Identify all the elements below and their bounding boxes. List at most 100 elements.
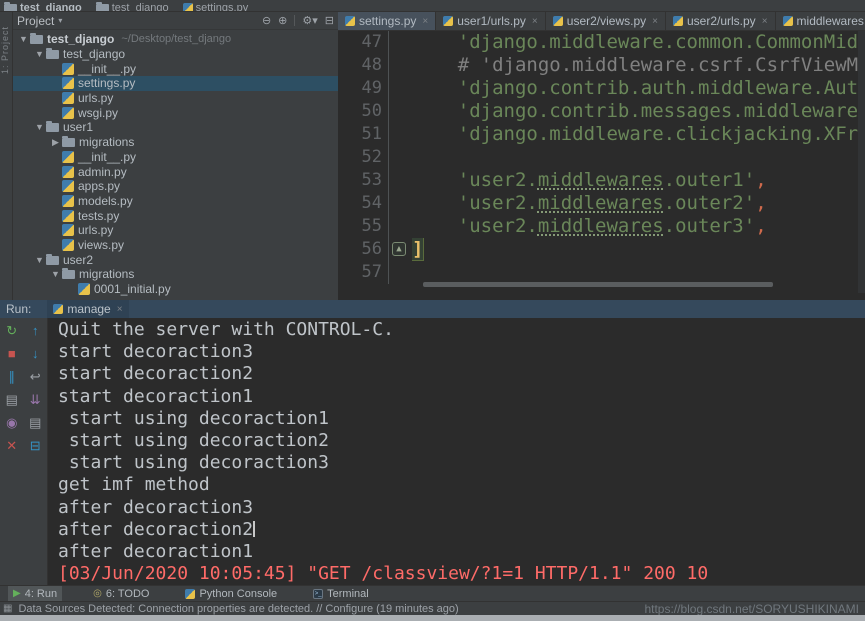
horizontal-scrollbar[interactable] bbox=[423, 282, 773, 287]
todo-icon: ◎ bbox=[93, 588, 102, 599]
tool-window-button-4-run[interactable]: ▶4: Run bbox=[8, 586, 62, 601]
tool-window-button-project[interactable]: 1: Project bbox=[0, 26, 13, 74]
code-editor[interactable]: 47'django.middleware.common.CommonMiddle… bbox=[338, 31, 865, 293]
hide-panel-icon[interactable]: ⊟ bbox=[325, 14, 334, 27]
python-file-icon bbox=[62, 210, 74, 222]
tree-item-tests-py[interactable]: tests.py bbox=[13, 208, 338, 223]
code-token: 'django.middleware.clickjacking.XFrameOp… bbox=[458, 123, 865, 145]
pin-tab-icon[interactable]: ◉ bbox=[6, 416, 17, 430]
line-number: 55 bbox=[338, 215, 388, 238]
chevron-right-icon[interactable]: ▶ bbox=[49, 137, 62, 148]
editor-tab-settings-py[interactable]: settings.py× bbox=[338, 12, 436, 30]
editor-tab-middlewares-py[interactable]: middlewares.py× bbox=[776, 12, 865, 30]
tree-item-urls-py[interactable]: urls.py bbox=[13, 91, 338, 106]
run-tab-manage[interactable]: manage × bbox=[47, 300, 128, 318]
gutter-fold-column bbox=[388, 77, 412, 100]
project-panel-title[interactable]: Project▾ bbox=[17, 14, 62, 28]
tree-item-label: wsgi.py bbox=[78, 106, 118, 120]
code-line-text: 'django.middleware.clickjacking.XFrameOp… bbox=[412, 123, 865, 146]
locate-file-icon[interactable]: ⊕ bbox=[278, 14, 287, 27]
line-number: 53 bbox=[338, 169, 388, 192]
python-file-icon bbox=[345, 16, 355, 26]
chevron-down-icon[interactable]: ▼ bbox=[33, 49, 46, 59]
status-bar: ▦ Data Sources Detected: Connection prop… bbox=[0, 601, 865, 615]
tree-item-user1[interactable]: ▼user1 bbox=[13, 120, 338, 135]
code-token: middlewares bbox=[538, 215, 664, 237]
tree-item-settings-py[interactable]: settings.py bbox=[13, 76, 338, 91]
code-line-52: 52 bbox=[338, 146, 865, 169]
close-icon[interactable]: × bbox=[532, 16, 538, 27]
tree-item-label: admin.py bbox=[78, 165, 127, 179]
tool-window-button-python-console[interactable]: Python Console bbox=[180, 586, 282, 601]
tree-item-models-py[interactable]: models.py bbox=[13, 194, 338, 209]
code-line-55: 55'user2.middlewares.outer3', bbox=[338, 215, 865, 238]
tree-item-migrations[interactable]: ▶migrations bbox=[13, 135, 338, 150]
tree-item-views-py[interactable]: views.py bbox=[13, 238, 338, 253]
python-file-icon bbox=[78, 283, 90, 295]
close-icon[interactable]: ✕ bbox=[6, 439, 17, 453]
tree-item-label: __init__.py bbox=[78, 150, 136, 164]
folder-icon bbox=[4, 4, 17, 12]
breadcrumb-item[interactable]: settings.py bbox=[183, 2, 249, 12]
tree-item-wsgi-py[interactable]: wsgi.py bbox=[13, 105, 338, 120]
tree-item-test-django[interactable]: ▼test_django bbox=[13, 47, 338, 62]
code-line-text: 'user2.middlewares.outer2', bbox=[412, 192, 865, 215]
tree-item-test-django[interactable]: ▼test_django~/Desktop/test_django bbox=[13, 32, 338, 47]
print-icon[interactable]: ▤ bbox=[29, 416, 41, 430]
tool-window-switcher-icon[interactable]: ▦ bbox=[3, 603, 12, 614]
chevron-down-icon[interactable]: ▼ bbox=[33, 255, 46, 265]
close-icon[interactable]: × bbox=[652, 16, 658, 27]
tree-item-0001-initial-py[interactable]: 0001_initial.py bbox=[13, 282, 338, 297]
tree-item--init-py[interactable]: __init__.py bbox=[13, 150, 338, 165]
chevron-down-icon[interactable]: ▼ bbox=[49, 269, 62, 279]
code-token: 'user2. bbox=[458, 215, 538, 237]
pause-output-icon[interactable]: ∥ bbox=[9, 370, 16, 384]
console-line: start using decoraction2 bbox=[58, 430, 865, 452]
up-stack-trace-icon[interactable]: ↑ bbox=[32, 324, 39, 338]
breadcrumb-item[interactable]: test_django bbox=[4, 2, 82, 12]
close-icon[interactable]: × bbox=[117, 304, 123, 315]
tree-item--init-py[interactable]: __init__.py bbox=[13, 61, 338, 76]
down-stack-trace-icon[interactable]: ↓ bbox=[32, 347, 39, 361]
editor-tab-bar: settings.py×user1/urls.py×user2/views.py… bbox=[338, 12, 865, 31]
rerun-icon[interactable]: ↻ bbox=[6, 324, 17, 338]
tool-window-bar: ▶4: Run ◎ 6: TODO Python Console >_Terminal bbox=[0, 585, 865, 601]
tree-item-migrations[interactable]: ▼migrations bbox=[13, 267, 338, 282]
close-icon[interactable]: × bbox=[762, 16, 768, 27]
settings-gear-icon[interactable]: ⚙▾ bbox=[302, 14, 317, 27]
close-icon[interactable]: × bbox=[422, 16, 428, 27]
editor-tab-user2-views-py[interactable]: user2/views.py× bbox=[546, 12, 666, 30]
breadcrumb-item[interactable]: test_django bbox=[96, 2, 169, 12]
tree-item-user2[interactable]: ▼user2 bbox=[13, 252, 338, 267]
run-icon: ▶ bbox=[13, 588, 21, 599]
collapse-all-icon[interactable]: ⊖ bbox=[262, 14, 271, 27]
code-line-48: 48# 'django.middleware.csrf.CsrfViewMidd… bbox=[338, 54, 865, 77]
editor-tab-user2-urls-py[interactable]: user2/urls.py × bbox=[666, 12, 776, 30]
tree-item-apps-py[interactable]: apps.py bbox=[13, 179, 338, 194]
run-console-output[interactable]: Quit the server with CONTROL-C.start dec… bbox=[49, 318, 865, 585]
clear-all-icon[interactable]: ⊟ bbox=[30, 439, 41, 453]
editor-tab-user1-urls-py[interactable]: user1/urls.py × bbox=[436, 12, 546, 30]
tool-window-button-label: 6: TODO bbox=[106, 588, 150, 600]
code-line-text: 'django.middleware.common.CommonMiddlewa… bbox=[412, 31, 865, 54]
chevron-down-icon[interactable]: ▼ bbox=[17, 34, 30, 44]
tree-item-admin-py[interactable]: admin.py bbox=[13, 164, 338, 179]
code-token: .outer3' bbox=[664, 215, 756, 237]
code-token: .outer2' bbox=[664, 192, 756, 214]
restore-layout-icon[interactable]: ▤ bbox=[6, 393, 18, 407]
scroll-to-end-icon[interactable]: ⇊ bbox=[30, 393, 41, 407]
chevron-down-icon[interactable]: ▼ bbox=[33, 122, 46, 132]
tool-window-button-terminal[interactable]: >_Terminal bbox=[308, 586, 374, 601]
run-panel-header: Run: manage × bbox=[0, 300, 865, 318]
python-file-icon bbox=[62, 63, 74, 75]
tool-window-button-6-todo[interactable]: ◎ 6: TODO bbox=[88, 586, 154, 601]
line-number: 50 bbox=[338, 100, 388, 123]
editor-tab-label: user1/urls.py bbox=[457, 14, 526, 28]
python-file-icon bbox=[62, 224, 74, 236]
editor-tab-label: user2/urls.py bbox=[687, 14, 756, 28]
soft-wrap-icon[interactable]: ↩ bbox=[30, 370, 41, 384]
fold-marker-icon[interactable]: ▲ bbox=[392, 242, 406, 256]
tree-item-urls-py[interactable]: urls.py bbox=[13, 223, 338, 238]
stop-icon[interactable]: ■ bbox=[8, 347, 16, 361]
editor-scroll-stripe[interactable] bbox=[858, 31, 865, 293]
